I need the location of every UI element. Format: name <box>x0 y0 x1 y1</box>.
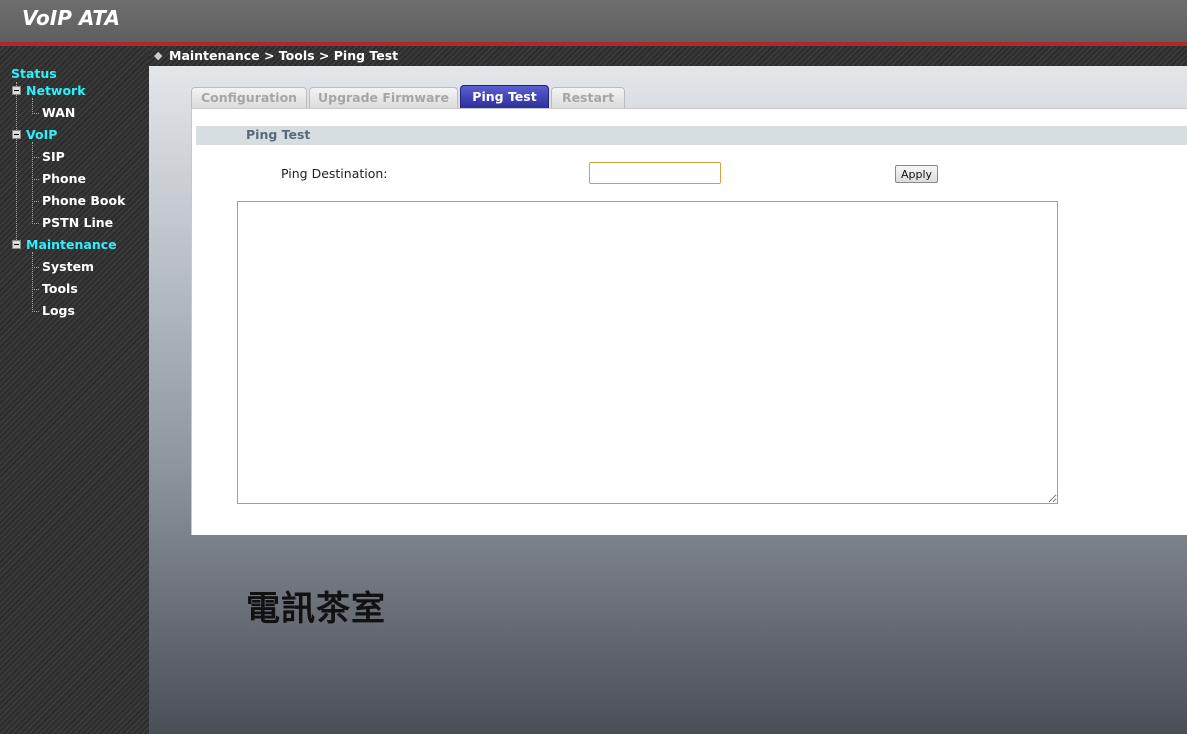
collapse-maintenance-icon[interactable] <box>12 240 21 249</box>
sidebar-item-wan[interactable]: WAN <box>42 105 75 120</box>
sidebar-item-system[interactable]: System <box>42 259 94 274</box>
tree-line <box>32 142 33 224</box>
sidebar-item-sip[interactable]: SIP <box>42 149 65 164</box>
tree-branch <box>32 201 39 202</box>
ping-destination-label: Ping Destination: <box>281 166 388 181</box>
diamond-icon: ◆ <box>154 49 163 62</box>
sidebar-item-logs[interactable]: Logs <box>42 303 75 318</box>
sidebar-item-phone[interactable]: Phone <box>42 171 86 186</box>
apply-button[interactable]: Apply <box>895 165 938 183</box>
watermark-text: 電訊茶室 <box>246 589 386 629</box>
breadcrumb-bar: ◆ Maintenance > Tools > Ping Test <box>149 46 1187 66</box>
panel-title-bar: Ping Test <box>196 126 1187 145</box>
main-content: Configuration Upgrade Firmware Ping Test… <box>149 66 1187 734</box>
tab-configuration[interactable]: Configuration <box>191 87 307 108</box>
app-header: VoIP ATA <box>0 0 1187 42</box>
tree-branch <box>32 267 39 268</box>
ping-result-textarea[interactable] <box>237 201 1058 504</box>
collapse-voip-icon[interactable] <box>12 130 21 139</box>
tree-line <box>32 252 33 312</box>
tree-branch <box>32 179 39 180</box>
tree-line <box>16 82 17 246</box>
tab-upgrade-firmware[interactable]: Upgrade Firmware <box>309 87 458 108</box>
sidebar-section-maintenance[interactable]: Maintenance <box>26 237 117 252</box>
tree-branch <box>32 289 39 290</box>
tab-ping-test[interactable]: Ping Test <box>460 85 549 108</box>
breadcrumb: Maintenance > Tools > Ping Test <box>169 48 399 63</box>
tree-branch <box>32 113 39 114</box>
tree-branch <box>32 311 39 312</box>
sidebar-section-network[interactable]: Network <box>26 83 86 98</box>
sidebar-item-status[interactable]: Status <box>11 66 57 81</box>
sidebar-item-tools[interactable]: Tools <box>42 281 78 296</box>
tree-branch <box>32 157 39 158</box>
tree-line <box>32 98 33 114</box>
tree-branch <box>32 223 39 224</box>
panel-title: Ping Test <box>246 127 311 142</box>
ping-destination-input[interactable] <box>589 162 721 184</box>
tab-restart[interactable]: Restart <box>551 87 625 108</box>
ping-test-panel: Ping Test Ping Destination: Apply <box>191 108 1187 535</box>
sidebar-section-voip[interactable]: VoIP <box>26 127 57 142</box>
sidebar-item-pstn-line[interactable]: PSTN Line <box>42 215 113 230</box>
sidebar-item-phone-book[interactable]: Phone Book <box>42 193 125 208</box>
collapse-network-icon[interactable] <box>12 86 21 95</box>
app-title: VoIP ATA <box>22 6 120 30</box>
sidebar-nav: Status Network WAN VoIP SIP Phone Phone … <box>0 46 149 734</box>
